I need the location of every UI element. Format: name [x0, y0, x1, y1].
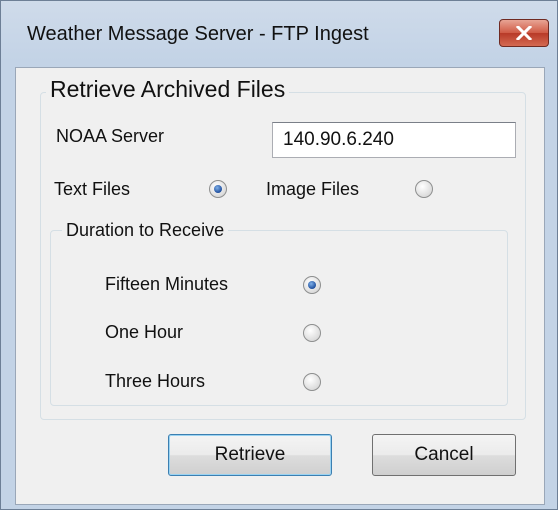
dialog-client-area: Retrieve Archived Files NOAA Server Text… [15, 67, 545, 505]
close-x-icon [516, 26, 532, 40]
duration-to-receive-legend: Duration to Receive [62, 220, 229, 241]
title-bar[interactable]: Weather Message Server - FTP Ingest [1, 1, 557, 67]
image-files-label[interactable]: Image Files [266, 179, 359, 200]
dialog-window: Weather Message Server - FTP Ingest Retr… [0, 0, 558, 510]
retrieve-archived-files-legend: Retrieve Archived Files [46, 76, 290, 103]
window-title: Weather Message Server - FTP Ingest [27, 23, 369, 45]
image-files-radio[interactable] [415, 180, 433, 198]
three-hours-label[interactable]: Three Hours [105, 371, 205, 392]
cancel-button[interactable]: Cancel [372, 434, 516, 476]
one-hour-label[interactable]: One Hour [105, 322, 183, 343]
fifteen-minutes-label[interactable]: Fifteen Minutes [105, 274, 228, 295]
three-hours-radio[interactable] [303, 373, 321, 391]
retrieve-button[interactable]: Retrieve [168, 434, 332, 476]
noaa-server-label: NOAA Server [56, 126, 165, 146]
noaa-server-input[interactable] [272, 122, 516, 158]
close-button[interactable] [499, 19, 549, 47]
text-files-label[interactable]: Text Files [54, 179, 130, 200]
one-hour-radio[interactable] [303, 324, 321, 342]
fifteen-minutes-radio[interactable] [303, 276, 321, 294]
text-files-radio[interactable] [209, 180, 227, 198]
